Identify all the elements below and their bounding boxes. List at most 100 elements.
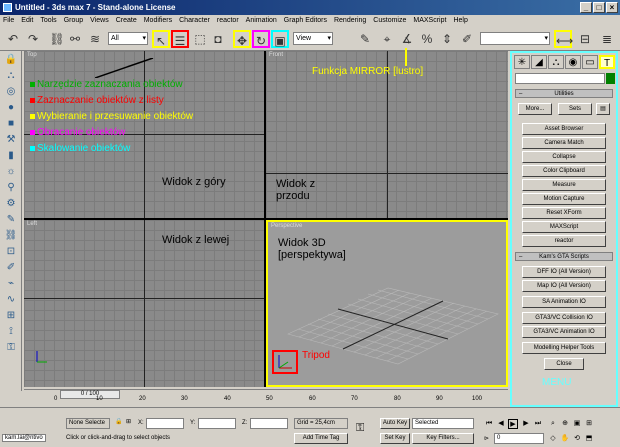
key-icon[interactable]: ⚿ [2,341,20,355]
add-time-tag-button[interactable]: Add Time Tag [294,433,348,444]
key-mode-dropdown[interactable]: Selected [412,418,474,429]
menu-graph-editors[interactable]: Graph Editors [284,15,327,27]
zoom-all-icon[interactable]: ⊕ [560,419,570,429]
go-to-start-icon[interactable]: ⏮ [484,419,494,429]
maximize-viewport-icon[interactable]: ⬒ [584,434,594,444]
tools-icon[interactable]: ⚒ [2,133,20,147]
gta-collision-io-button[interactable]: GTA3/VC Collision IO [522,312,606,324]
key-mode-toggle-icon[interactable]: ⊳ [484,435,489,442]
redo-icon[interactable]: ↷ [24,30,42,48]
modify-tab-icon[interactable]: ◢ [531,55,547,69]
utility-asset-browser[interactable]: Asset Browser [522,123,606,135]
display-tab-icon[interactable]: ▭ [582,55,598,69]
minimize-icon[interactable]: _ [580,2,592,13]
zoom-extents-icon[interactable]: ▣ [572,419,582,429]
sets-button[interactable]: Sets [558,103,592,115]
utility-color-clipboard[interactable]: Color Clipboard [522,165,606,177]
menu-reactor[interactable]: reactor [217,15,239,27]
menu-rendering[interactable]: Rendering [334,15,366,27]
viewport-label-left[interactable]: Left [27,221,37,227]
create-tab-icon[interactable]: ✳ [514,55,530,69]
previous-frame-icon[interactable]: ◀ [496,419,506,429]
menu-character[interactable]: Character [179,15,210,27]
more-button[interactable]: More... [518,103,552,115]
link-icon[interactable]: ⛓ [48,30,66,48]
gta-dff-io-button[interactable]: DFF IO (All Version) [522,266,606,278]
gta-animation-io-button[interactable]: GTA3/VC Animation IO [522,326,606,338]
x-coordinate-field[interactable] [146,418,184,429]
motion-tab-icon[interactable]: ◉ [565,55,581,69]
snap-icon[interactable]: ⌖ [378,30,396,48]
viewport-label-front[interactable]: Front [269,52,283,58]
key-filters-button[interactable]: Key Filters... [412,433,474,444]
z-coordinate-field[interactable] [250,418,288,429]
menu-customize[interactable]: Customize [373,15,406,27]
arc-rotate-icon[interactable]: ⟲ [572,434,582,444]
rect-region-icon[interactable]: ⬚ [191,30,209,48]
select-rotate-icon[interactable]: ↻ [252,30,270,48]
utilities-rollout-header[interactable]: Utilities [515,89,613,98]
menu-create[interactable]: Create [116,15,137,27]
maximize-icon[interactable]: □ [593,2,605,13]
utilities-tab-icon[interactable]: T [599,55,615,69]
utility-camera-match[interactable]: Camera Match [522,137,606,149]
percent-snap-icon[interactable]: % [418,30,436,48]
utility-collapse[interactable]: Collapse [522,151,606,163]
plug-icon[interactable]: ⌁ [2,277,20,291]
menu-help[interactable]: Help [453,15,467,27]
align-icon[interactable]: ⊟ [576,30,594,48]
utility-maxscript[interactable]: MAXScript [522,221,606,233]
gear-icon[interactable]: ⚙ [2,197,20,211]
cube-icon[interactable]: ■ [2,117,20,131]
set-key-button[interactable]: Set Key [380,433,410,444]
cylinder-icon[interactable]: ▮ [2,149,20,163]
object-name-field[interactable] [515,73,605,84]
select-by-name-icon[interactable]: ☰ [171,30,189,48]
hierarchy-icon[interactable]: ⛬ [2,69,20,83]
configure-sets-icon[interactable]: ▤ [596,103,610,115]
paint-icon[interactable]: ✎ [2,213,20,227]
bone-icon[interactable]: ⚲ [2,181,20,195]
select-object-icon[interactable]: ↖ [152,30,170,48]
next-frame-icon[interactable]: ▶ [521,419,531,429]
play-icon[interactable]: ▶ [508,419,518,429]
brush-icon[interactable]: ✐ [2,261,20,275]
gta-scripts-rollout-header[interactable]: Kam's GTA Scripts [515,252,613,261]
timeline-ruler[interactable]: 0 10 20 30 40 50 60 70 80 90 100 [54,396,494,406]
mesh-icon[interactable]: ⊞ [2,309,20,323]
hierarchy-tab-icon[interactable]: ⛬ [548,55,564,69]
menu-group[interactable]: Group [64,15,83,27]
close-icon[interactable]: × [606,2,618,13]
selection-filter-dropdown[interactable]: All [108,32,148,45]
mirror-icon[interactable]: ⟷ [554,30,573,48]
object-color-swatch[interactable] [606,73,615,84]
menu-views[interactable]: Views [90,15,109,27]
select-scale-icon[interactable]: ▣ [271,30,289,48]
wave-icon[interactable]: ∿ [2,293,20,307]
ring-icon[interactable]: ◎ [2,85,20,99]
gta-map-io-button[interactable]: Map IO (All Version) [522,280,606,292]
bend-icon[interactable]: ⟟ [2,325,20,339]
layer-manager-icon[interactable]: ≣ [598,30,616,48]
gta-sa-animation-io-button[interactable]: SA Animation IO [522,296,606,308]
menu-modifiers[interactable]: Modifiers [144,15,172,27]
undo-icon[interactable]: ↶ [4,30,22,48]
named-selection-sets-dropdown[interactable] [480,32,550,45]
camera-icon[interactable]: ⊡ [2,245,20,259]
gta-close-button[interactable]: Close [544,358,584,370]
menu-animation[interactable]: Animation [246,15,277,27]
utility-motion-capture[interactable]: Motion Capture [522,193,606,205]
menu-edit[interactable]: Edit [21,15,33,27]
unlink-icon[interactable]: ⚯ [66,30,84,48]
go-to-end-icon[interactable]: ⏭ [533,419,543,429]
key-icon[interactable]: ⚿ [356,422,364,435]
field-of-view-icon[interactable]: ◇ [548,434,558,444]
zoom-icon[interactable]: ⌕ [548,419,558,429]
angle-snap-icon[interactable]: ∡ [398,30,416,48]
link-icon[interactable]: ⛓ [2,229,20,243]
utility-reactor[interactable]: reactor [522,235,606,247]
light-icon[interactable]: ☼ [2,165,20,179]
menu-tools[interactable]: Tools [40,15,56,27]
lock-icon[interactable]: 🔒 [2,53,20,67]
sphere-icon[interactable]: ● [2,101,20,115]
